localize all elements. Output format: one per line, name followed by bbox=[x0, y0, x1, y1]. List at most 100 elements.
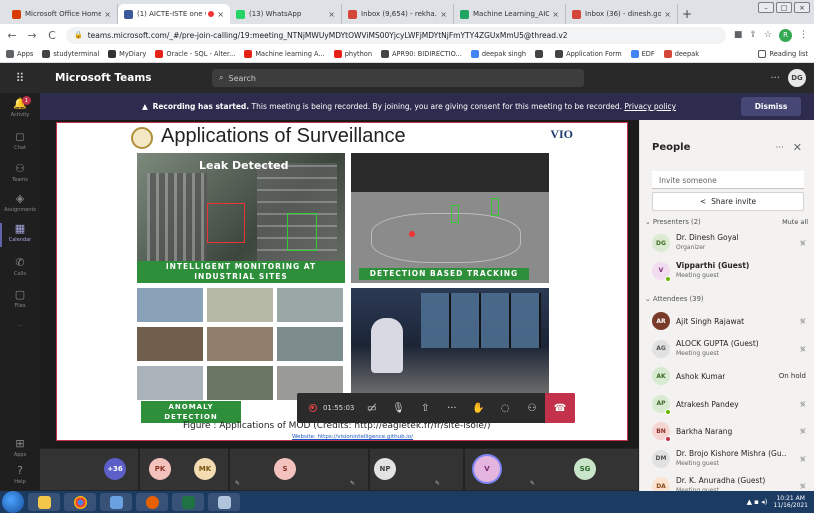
bookmark-item[interactable]: Machine learning A... bbox=[244, 50, 325, 58]
browser-tab[interactable]: Inbox (36) - dinesh.goyal@× bbox=[566, 4, 678, 24]
tab-close-icon[interactable]: × bbox=[440, 10, 447, 19]
share-invite-button[interactable]: < Share invite bbox=[652, 192, 804, 211]
bookmark-item[interactable]: studyterminal bbox=[42, 50, 99, 58]
taskbar-app[interactable] bbox=[100, 493, 132, 511]
mic-muted-icon[interactable]: ✎̸ bbox=[800, 427, 806, 436]
rail-calls[interactable]: ✆ Calls bbox=[0, 257, 40, 278]
tab-close-icon[interactable]: × bbox=[552, 10, 559, 19]
rail-chat[interactable]: ◻ Chat bbox=[0, 131, 40, 152]
participants-icon[interactable]: ⚇ bbox=[519, 403, 546, 414]
search-box[interactable]: ⌕ Search bbox=[212, 69, 584, 87]
mic-muted-icon[interactable]: ✎̸ bbox=[800, 455, 806, 464]
reading-list-button[interactable]: Reading list bbox=[758, 50, 808, 58]
participant-avatar[interactable]: NP bbox=[374, 458, 396, 480]
bookmark-star-icon[interactable]: ☆ bbox=[764, 30, 772, 40]
start-button[interactable] bbox=[2, 491, 24, 513]
camera-off-icon[interactable]: ▭̸ bbox=[358, 403, 385, 414]
profile-avatar[interactable]: R bbox=[779, 28, 792, 42]
mic-muted-icon[interactable]: ✎̸ bbox=[800, 345, 806, 354]
browser-tab[interactable]: Machine Learning_AICTE-I× bbox=[454, 4, 566, 24]
mic-muted-icon[interactable]: ✎̸ bbox=[800, 482, 806, 491]
tab-close-icon[interactable]: × bbox=[104, 10, 111, 19]
clock[interactable]: 10:21 AM 11/16/2021 bbox=[773, 495, 808, 509]
participant-row[interactable]: AG ALOCK GUPTA (Guest) Meeting guest ✎̸ bbox=[652, 336, 812, 362]
participant-row[interactable]: AR Ajit Singh Rajawat ✎̸ bbox=[652, 308, 812, 334]
people-more-icon[interactable]: ··· bbox=[775, 143, 784, 153]
share-screen-icon[interactable]: ⇧ bbox=[412, 403, 439, 414]
bookmark-item[interactable]: deepak singh bbox=[470, 50, 526, 58]
rail-[interactable]: ··· bbox=[0, 321, 40, 329]
forward-icon[interactable]: → bbox=[26, 29, 38, 42]
participant-row[interactable]: BN Barkha Narang ✎̸ bbox=[652, 418, 812, 444]
bookmark-item[interactable]: EDF bbox=[630, 50, 655, 58]
participant-row[interactable]: AP Atrakesh Pandey ✎̸ bbox=[652, 391, 812, 417]
presenters-section-header[interactable]: ⌄ Presenters (2) bbox=[645, 218, 701, 226]
more-participants-avatar[interactable]: +36 bbox=[104, 458, 126, 480]
minimize-icon[interactable]: – bbox=[758, 2, 774, 13]
close-icon[interactable]: ✕ bbox=[793, 141, 802, 154]
taskbar-chrome[interactable] bbox=[64, 493, 96, 511]
participant-row[interactable]: DM Dr. Brojo Kishore Mishra (Gu... Meeting… bbox=[652, 446, 812, 472]
rail-help[interactable]: ? Help bbox=[0, 465, 40, 486]
bookmark-item[interactable]: Apps bbox=[6, 50, 33, 58]
figure-website-link[interactable]: Website: https://visionintelligence.gith… bbox=[292, 434, 413, 440]
camera-blocked-icon[interactable]: ■ bbox=[734, 30, 743, 40]
bookmark-item[interactable]: Application Form bbox=[555, 50, 622, 58]
mute-all-button[interactable]: Mute all bbox=[782, 218, 808, 226]
participant-row[interactable]: V Vipparthi (Guest) Meeting guest bbox=[652, 258, 812, 284]
participant-row[interactable]: AK Ashok Kumar On hold bbox=[652, 363, 812, 389]
tab-close-icon[interactable]: × bbox=[328, 10, 335, 19]
rail-teams[interactable]: ⚇ Teams bbox=[0, 163, 40, 184]
participant-avatar[interactable]: S bbox=[274, 458, 296, 480]
taskbar-explorer[interactable] bbox=[28, 493, 60, 511]
rail-activity[interactable]: 🔔 Activity 1 bbox=[0, 96, 40, 118]
tab-close-icon[interactable]: × bbox=[664, 10, 671, 19]
hang-up-button[interactable]: ☎ bbox=[545, 393, 575, 423]
participant-avatar[interactable]: PK bbox=[149, 458, 171, 480]
mic-muted-icon[interactable]: ✎̸ bbox=[800, 317, 806, 326]
rail-apps[interactable]: ⊞ Apps bbox=[0, 438, 40, 459]
participant-avatar[interactable]: SG bbox=[574, 458, 596, 480]
rail-calendar[interactable]: ▦ Calendar bbox=[0, 223, 40, 247]
tab-close-icon[interactable]: × bbox=[217, 10, 224, 19]
address-bar[interactable]: 🔒 teams.microsoft.com/_#/pre-join-callin… bbox=[66, 26, 726, 44]
dismiss-button[interactable]: Dismiss bbox=[741, 97, 801, 116]
bookmark-item[interactable]: MyDiary bbox=[108, 50, 146, 58]
bookmark-item[interactable]: APR90: BIDIRECTIO... bbox=[381, 50, 462, 58]
bookmark-item[interactable]: deepak bbox=[663, 50, 699, 58]
reload-icon[interactable]: C bbox=[46, 29, 58, 42]
browser-menu-icon[interactable]: ⋮ bbox=[799, 30, 808, 40]
browser-tab[interactable]: Inbox (9,654) - rekha.jain@× bbox=[342, 4, 454, 24]
participant-avatar[interactable]: MK bbox=[194, 458, 216, 480]
privacy-policy-link[interactable]: Privacy policy bbox=[624, 102, 676, 111]
participant-row[interactable]: DG Dr. Dinesh Goyal Organizer ✎̸ bbox=[652, 230, 812, 256]
mic-off-icon[interactable]: 🎙 bbox=[385, 403, 412, 414]
participant-avatar[interactable]: V bbox=[474, 456, 500, 482]
invite-input[interactable]: Invite someone bbox=[652, 171, 804, 189]
rail-assignments[interactable]: ◈ Assignments bbox=[0, 193, 40, 214]
more-actions-icon[interactable]: ··· bbox=[439, 403, 466, 414]
mic-muted-icon[interactable]: ✎̸ bbox=[800, 400, 806, 409]
new-tab-button[interactable]: + bbox=[678, 4, 696, 24]
more-options-icon[interactable]: ··· bbox=[770, 73, 780, 84]
raise-hand-icon[interactable]: ✋ bbox=[465, 403, 492, 414]
mic-muted-icon[interactable]: ✎̸ bbox=[800, 239, 806, 248]
close-window-icon[interactable]: × bbox=[794, 2, 810, 13]
chat-icon[interactable]: ◌ bbox=[492, 403, 519, 414]
maximize-icon[interactable]: □ bbox=[776, 2, 792, 13]
bookmark-item[interactable] bbox=[535, 50, 546, 58]
back-icon[interactable]: ← bbox=[6, 29, 18, 42]
app-launcher-icon[interactable]: ⠿ bbox=[0, 71, 40, 85]
bookmark-item[interactable]: Oracle - SQL - Alter... bbox=[155, 50, 235, 58]
my-avatar[interactable]: DG bbox=[788, 69, 806, 87]
bookmark-item[interactable]: phython bbox=[333, 50, 372, 58]
attendees-section-header[interactable]: ⌄ Attendees (39) bbox=[645, 295, 704, 303]
browser-tab[interactable]: Microsoft Office Home × bbox=[6, 4, 118, 24]
rail-files[interactable]: ▢ Files bbox=[0, 289, 40, 310]
taskbar-firefox[interactable] bbox=[136, 493, 168, 511]
share-icon[interactable]: ⇪ bbox=[749, 30, 757, 40]
taskbar-app[interactable] bbox=[208, 493, 240, 511]
browser-tab[interactable]: (1) AICTE-ISTE one we × bbox=[118, 4, 230, 24]
tray-icons[interactable]: ▲ ▪ ◂) bbox=[747, 498, 768, 506]
taskbar-excel[interactable] bbox=[172, 493, 204, 511]
